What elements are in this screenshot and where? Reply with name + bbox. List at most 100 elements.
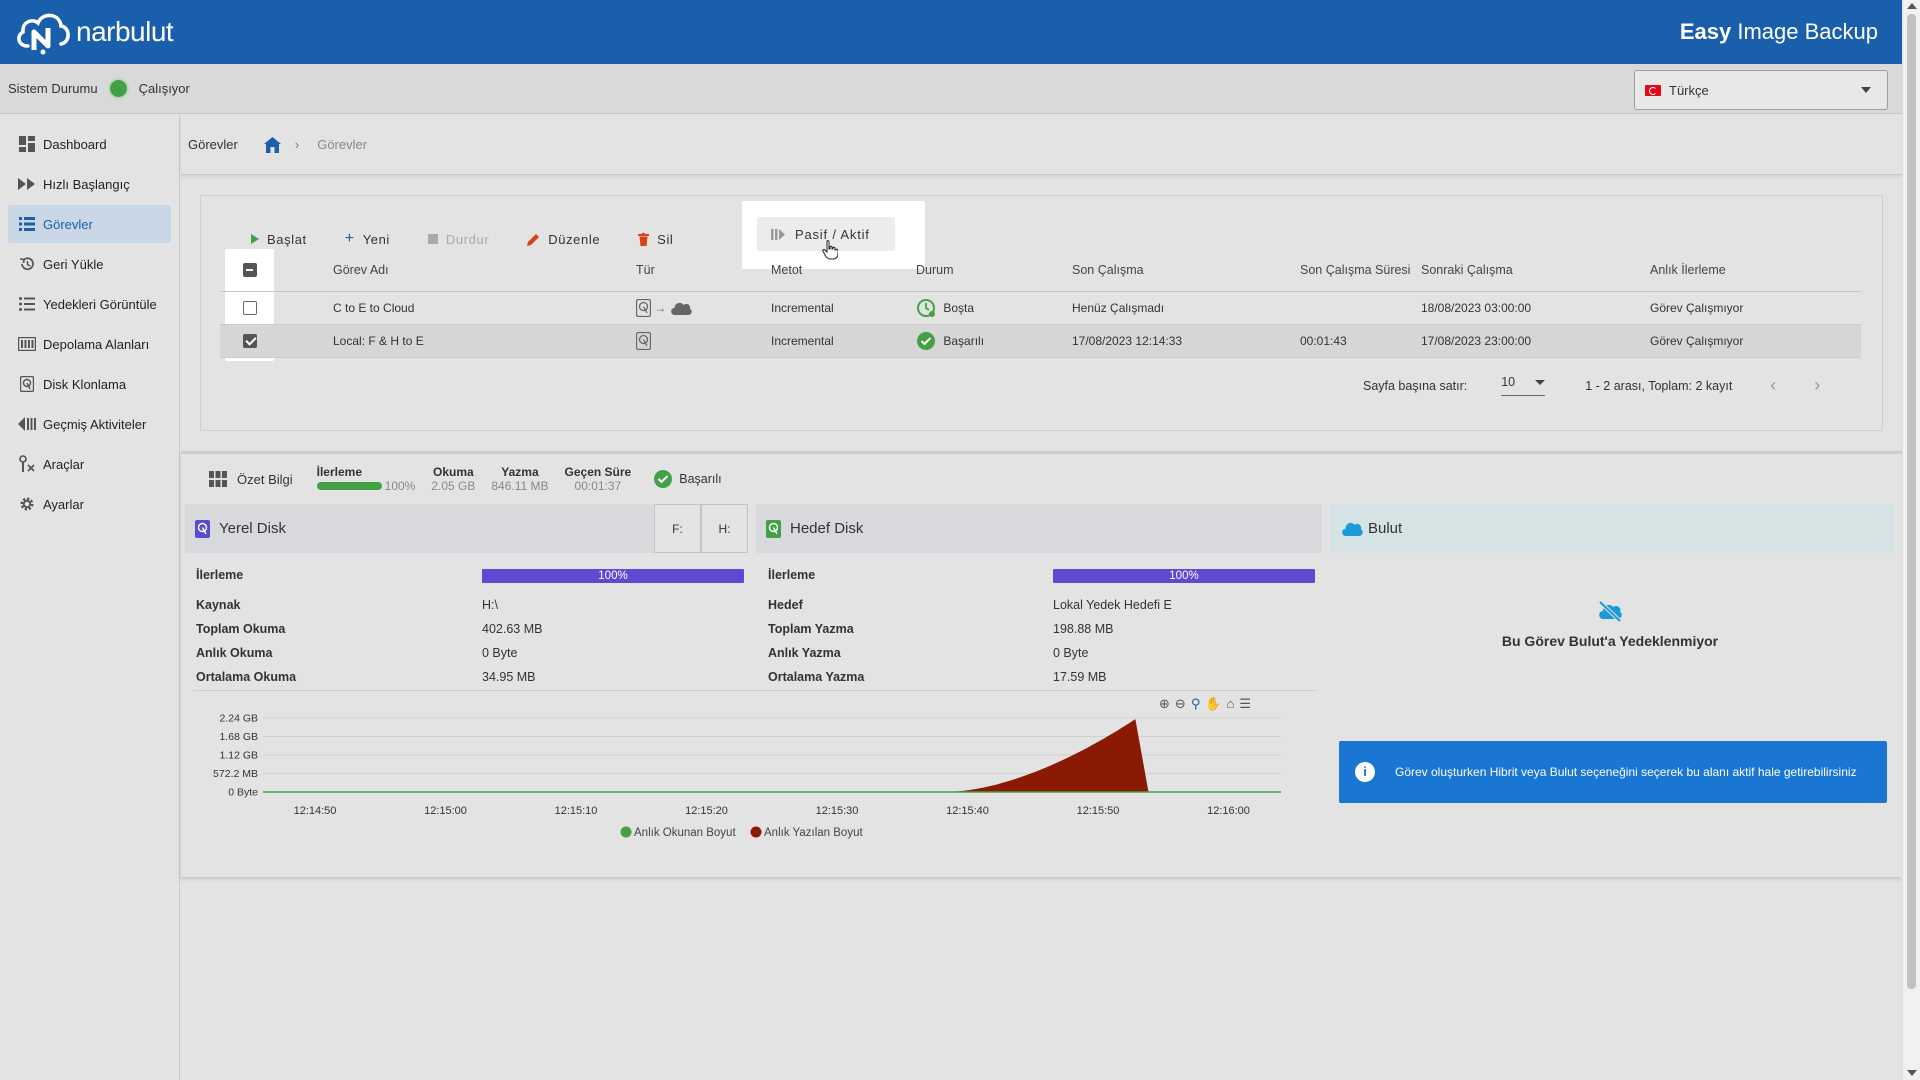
tasks-table: Görev Adı Tür Metot Durum Son Çalışma So… bbox=[220, 249, 1861, 358]
task-type: → bbox=[636, 291, 771, 325]
logo-text: narbulut bbox=[76, 16, 174, 47]
scroll-down-icon[interactable] bbox=[1907, 1070, 1917, 1076]
disk-tabs: F: H: bbox=[654, 504, 748, 553]
sidebar-item-settings[interactable]: Ayarlar bbox=[8, 485, 171, 523]
hand-cursor-icon bbox=[822, 240, 838, 260]
restore-icon bbox=[18, 256, 36, 272]
summary-status: Başarılı bbox=[653, 469, 722, 489]
stop-button[interactable]: Durdur bbox=[427, 232, 489, 247]
column-header-type[interactable]: Tür bbox=[636, 249, 771, 292]
x-axis: 12:14:50 12:15:00 12:15:10 12:15:20 12:15:30… bbox=[294, 805, 1250, 817]
new-button[interactable]: + Yeni bbox=[345, 231, 390, 247]
play-icon bbox=[251, 234, 259, 244]
check-circle-icon bbox=[916, 331, 936, 351]
legend-marker bbox=[620, 826, 632, 838]
legend-item: Anlık Okunan Boyut bbox=[620, 826, 736, 839]
select-all-checkbox[interactable] bbox=[243, 263, 257, 278]
sidebar-item-storage[interactable]: Depolama Alanları bbox=[8, 325, 171, 363]
scroll-thumb[interactable] bbox=[1907, 14, 1916, 989]
disk-tab-f[interactable]: F: bbox=[654, 504, 701, 553]
list-view-icon bbox=[18, 296, 36, 312]
task-name: C to E to Cloud bbox=[333, 291, 636, 325]
y-tick-label: 2.24 GB bbox=[219, 713, 258, 725]
pencil-icon bbox=[527, 233, 540, 246]
summary-progress-bar bbox=[316, 482, 382, 490]
column-header-last-run[interactable]: Son Çalışma bbox=[1072, 249, 1300, 292]
page-scrollbar[interactable] bbox=[1902, 0, 1920, 1080]
cloud-icon bbox=[1341, 521, 1363, 536]
table-row[interactable]: C to E to Cloud → Incremental Boşta Henü… bbox=[220, 291, 1861, 325]
next-page-icon[interactable]: › bbox=[1814, 375, 1820, 396]
system-status-label: Sistem Durumu bbox=[8, 81, 98, 96]
row-checkbox[interactable] bbox=[243, 300, 257, 315]
edit-button[interactable]: Düzenle bbox=[527, 232, 600, 247]
info-icon: i bbox=[1355, 762, 1375, 782]
local-disk-progress-bar: 100% bbox=[482, 569, 744, 583]
cloud-not-backed: Bu Görev Bulut'a Yedeklenmiyor bbox=[1330, 600, 1890, 649]
cloud-icon bbox=[670, 301, 692, 315]
status-bar: Sistem Durumu Çalışıyor Türkçe bbox=[0, 64, 1902, 114]
local-disk-header: Yerel Disk bbox=[185, 504, 655, 553]
table-header-row: Görev Adı Tür Metot Durum Son Çalışma So… bbox=[220, 249, 1861, 292]
rows-per-page-select[interactable]: 10 bbox=[1501, 375, 1546, 396]
chart-legend: Anlık Okunan Boyut Anlık Yazılan Boyut bbox=[620, 826, 863, 839]
sidebar-item-quick-start[interactable]: Hızlı Başlangıç bbox=[8, 165, 171, 203]
table-row[interactable]: Local: F & H to E Incremental Başarılı 1… bbox=[220, 324, 1861, 358]
list-icon bbox=[18, 216, 36, 232]
legend-label: Anlık Okunan Boyut bbox=[634, 827, 736, 839]
column-header-last-duration[interactable]: Son Çalışma Süresi bbox=[1300, 249, 1421, 292]
status-indicator-icon bbox=[109, 80, 127, 97]
language-value: Türkçe bbox=[1669, 82, 1709, 98]
column-header-status[interactable]: Durum bbox=[916, 249, 1072, 292]
column-header-name[interactable]: Görev Adı bbox=[333, 249, 636, 292]
sidebar-item-disk-clone[interactable]: Disk Klonlama bbox=[8, 365, 171, 403]
sidebar-item-restore[interactable]: Geri Yükle bbox=[8, 245, 171, 283]
row-checkbox[interactable] bbox=[243, 333, 257, 348]
breadcrumb-current: Görevler bbox=[317, 137, 368, 152]
x-tick-label: 12:15:40 bbox=[946, 805, 989, 817]
gear-icon bbox=[18, 496, 36, 512]
task-progress: Görev Çalışmıyor bbox=[1650, 291, 1861, 325]
x-tick-label: 12:15:10 bbox=[555, 805, 598, 817]
sidebar-item-view-backups[interactable]: Yedekleri Görüntüle bbox=[8, 285, 171, 323]
delete-button[interactable]: Sil bbox=[638, 232, 673, 247]
sidebar-item-tasks[interactable]: Görevler bbox=[8, 205, 171, 243]
target-disk-progress-bar: 100% bbox=[1053, 569, 1315, 583]
start-button[interactable]: Başlat bbox=[251, 232, 307, 247]
pagination-range: 1 - 2 arası, Toplam: 2 kayıt bbox=[1585, 378, 1733, 393]
dashboard-icon bbox=[18, 136, 36, 152]
disk-tab-h[interactable]: H: bbox=[701, 504, 748, 553]
x-tick-label: 12:15:20 bbox=[685, 805, 728, 817]
task-next-run: 18/08/2023 03:00:00 bbox=[1421, 291, 1650, 325]
column-header-next-run[interactable]: Sonraki Çalışma bbox=[1421, 249, 1650, 292]
y-tick-label: 1.68 GB bbox=[219, 731, 258, 743]
language-select[interactable]: Türkçe bbox=[1634, 70, 1888, 110]
narbulut-logo[interactable]: narbulut bbox=[14, 8, 174, 56]
disk-icon bbox=[195, 519, 210, 538]
prev-page-icon[interactable]: ‹ bbox=[1770, 375, 1776, 396]
x-tick-label: 12:15:50 bbox=[1077, 805, 1120, 817]
task-last-run: Henüz Çalışmadı bbox=[1072, 291, 1300, 325]
sidebar-item-dashboard[interactable]: Dashboard bbox=[8, 125, 171, 163]
summary-progress: İlerleme 100% bbox=[316, 465, 416, 493]
task-type bbox=[636, 324, 771, 358]
disk-icon bbox=[636, 331, 651, 350]
x-tick-label: 12:16:00 bbox=[1207, 805, 1250, 817]
column-header-progress[interactable]: Anlık İlerleme bbox=[1650, 249, 1861, 292]
task-next-run: 17/08/2023 23:00:00 bbox=[1421, 324, 1650, 358]
sidebar-item-history[interactable]: Geçmiş Aktiviteler bbox=[8, 405, 171, 443]
chevron-down-icon bbox=[1861, 87, 1871, 93]
rows-per-page-label: Sayfa başına satır: bbox=[1363, 378, 1468, 393]
chevron-down-icon bbox=[1535, 379, 1546, 385]
summary-bar: Özet Bilgi İlerleme 100% Okuma 2.05 GB Y… bbox=[181, 458, 1902, 500]
history-icon bbox=[18, 416, 36, 432]
column-header-method[interactable]: Metot bbox=[771, 249, 916, 292]
disk-icon bbox=[766, 519, 781, 538]
legend-marker bbox=[750, 826, 762, 838]
task-progress: Görev Çalışmıyor bbox=[1650, 324, 1861, 358]
home-icon[interactable] bbox=[263, 136, 281, 153]
summary-write: Yazma 846.11 MB bbox=[491, 465, 549, 493]
scroll-up-icon[interactable] bbox=[1907, 3, 1917, 9]
sidebar-item-tools[interactable]: Araçlar bbox=[8, 445, 171, 483]
task-name: Local: F & H to E bbox=[333, 324, 636, 358]
